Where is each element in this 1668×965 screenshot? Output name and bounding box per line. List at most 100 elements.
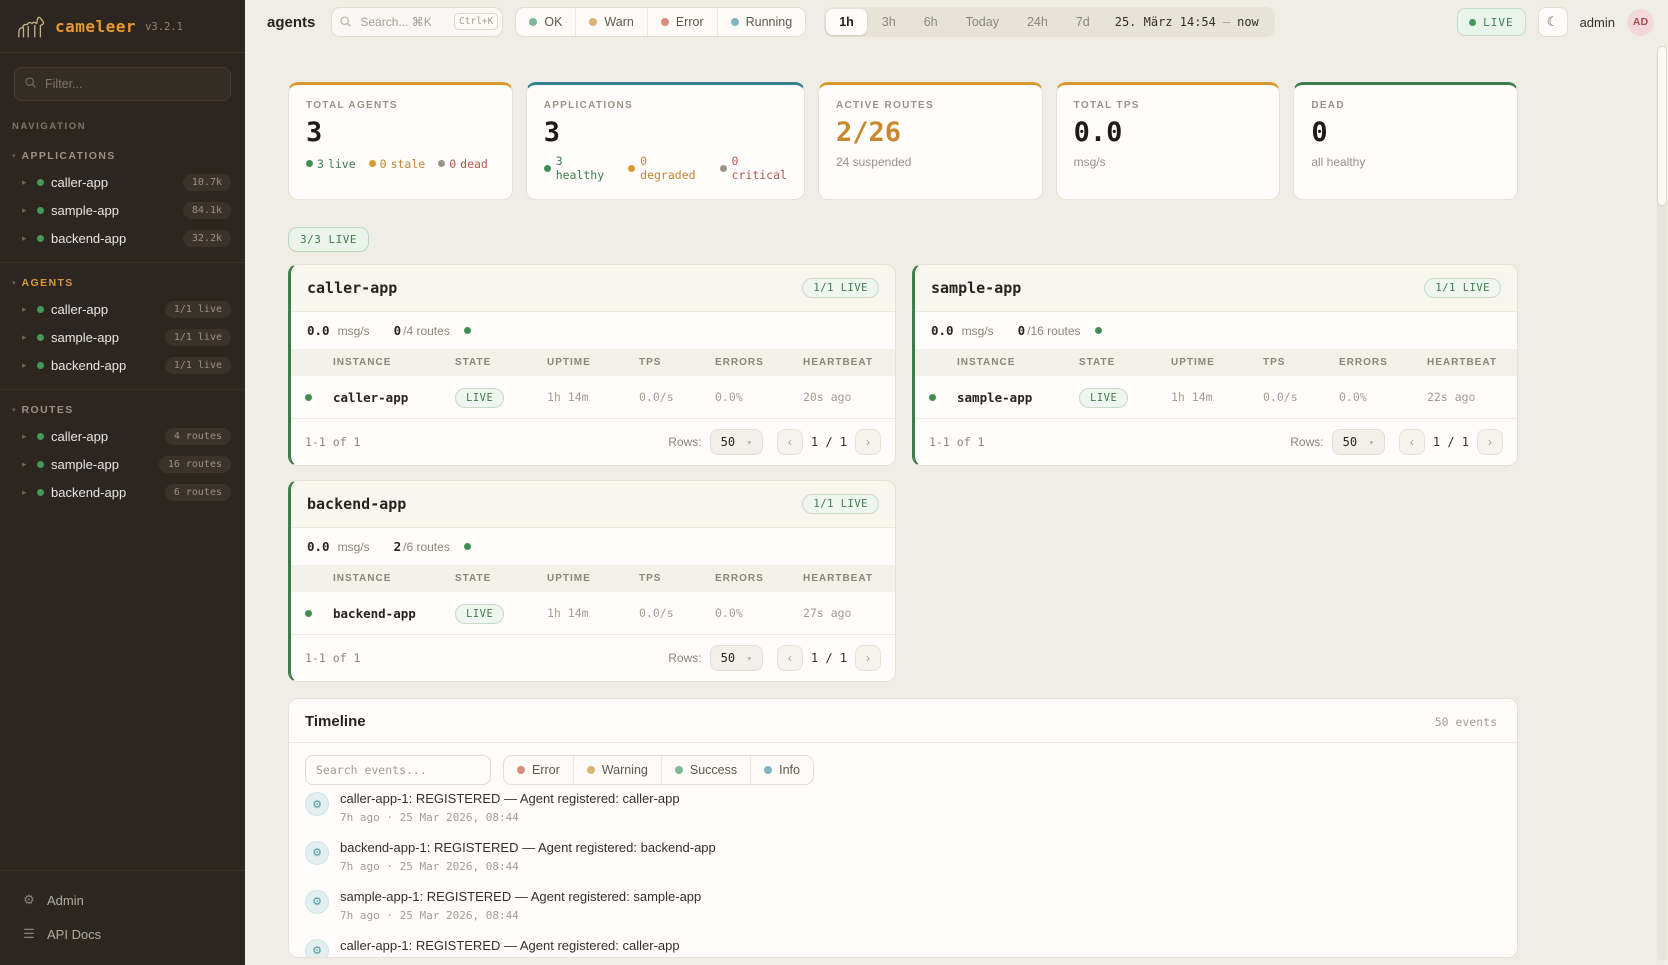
status-dot <box>37 461 44 468</box>
filter-chip-error[interactable]: Error <box>504 756 573 784</box>
item-label: caller-app <box>51 175 176 190</box>
status-dot <box>37 306 44 313</box>
page-title: agents <box>267 14 315 31</box>
info-dot-icon <box>764 766 772 774</box>
timeline-event[interactable]: ⚙ backend-app-1: REGISTERED — Agent regi… <box>305 833 1501 882</box>
sidebar-item-sample-app[interactable]: ▸ sample-app 84.1k <box>0 196 245 224</box>
range-button-7d[interactable]: 7d <box>1063 9 1103 35</box>
chevron-right-icon[interactable]: ▸ <box>22 431 30 442</box>
stat-card-dead: DEAD 0 all healthy <box>1293 82 1518 200</box>
item-badge: 4 routes <box>165 428 231 445</box>
chevron-right-icon[interactable]: ▸ <box>22 304 30 315</box>
sidebar-item-agent-caller-app[interactable]: ▸ caller-app 1/1 live <box>0 295 245 323</box>
next-page-button[interactable]: › <box>855 645 881 671</box>
sidebar-footer: ⚙ Admin ☰ API Docs <box>0 870 245 965</box>
page-indicator: 1 / 1 <box>811 651 847 665</box>
rows-per-page-select[interactable]: 50▾ <box>710 645 763 671</box>
live-status-badge[interactable]: LIVE <box>1457 8 1526 36</box>
next-page-button[interactable]: › <box>1477 429 1503 455</box>
filter-chip-warning[interactable]: Warning <box>573 756 661 784</box>
sidebar: cameleer v3.2.1 NAVIGATION ▾ APPLICATION… <box>0 0 245 965</box>
prev-page-button[interactable]: ‹ <box>777 645 803 671</box>
chevron-right-icon[interactable]: ▸ <box>22 487 30 498</box>
rows-per-page-select[interactable]: 50▾ <box>1332 429 1385 455</box>
table-row[interactable]: caller-app LIVE 1h 14m 0.0/s 0.0% 20s ag… <box>291 376 895 419</box>
stat-card-total-agents: TOTAL AGENTS 3 3live 0stale 0dead <box>288 82 513 200</box>
sidebar-item-routes-caller-app[interactable]: ▸ caller-app 4 routes <box>0 422 245 450</box>
timeline-events-list[interactable]: ⚙ caller-app-1: REGISTERED — Agent regis… <box>289 789 1517 958</box>
sidebar-item-admin[interactable]: ⚙ Admin <box>0 883 245 917</box>
sidebar-filter <box>14 67 231 101</box>
table-footer: 1-1 of 1 Rows: 50▾ ‹ 1 / 1 › <box>291 419 895 465</box>
sidebar-item-backend-app[interactable]: ▸ backend-app 32.2k <box>0 224 245 252</box>
rows-per-page-select[interactable]: 50▾ <box>710 429 763 455</box>
group-header-applications[interactable]: ▾ APPLICATIONS <box>0 142 245 168</box>
time-range-display[interactable]: 25. März 14:54 — now <box>1105 15 1273 29</box>
sidebar-item-routes-backend-app[interactable]: ▸ backend-app 6 routes <box>0 478 245 506</box>
table-row[interactable]: sample-app LIVE 1h 14m 0.0/s 0.0% 22s ag… <box>915 376 1517 419</box>
prev-page-button[interactable]: ‹ <box>777 429 803 455</box>
sidebar-filter-input[interactable] <box>14 67 231 101</box>
camel-logo-icon <box>16 14 46 39</box>
group-header-routes[interactable]: ▾ ROUTES <box>0 396 245 422</box>
range-button-today[interactable]: Today <box>953 9 1012 35</box>
timeline-header: Timeline 50 events <box>289 699 1517 743</box>
range-button-24h[interactable]: 24h <box>1014 9 1061 35</box>
chevron-right-icon[interactable]: ▸ <box>22 332 30 343</box>
item-label: backend-app <box>51 231 176 246</box>
stat-legend: 3healthy 0degraded 0critical <box>544 154 787 183</box>
item-badge: 16 routes <box>159 456 231 473</box>
app-live-badge: 1/1 LIVE <box>802 278 879 298</box>
sidebar-item-caller-app[interactable]: ▸ caller-app 10.7k <box>0 168 245 196</box>
app-live-badge: 1/1 LIVE <box>802 494 879 514</box>
status-dot <box>37 433 44 440</box>
filter-chip-error[interactable]: Error <box>647 8 717 36</box>
row-range: 1-1 of 1 <box>305 651 668 665</box>
sidebar-item-routes-sample-app[interactable]: ▸ sample-app 16 routes <box>0 450 245 478</box>
sidebar-item-api-docs[interactable]: ☰ API Docs <box>0 917 245 951</box>
status-filter-group: OK Warn Error Running <box>515 7 806 37</box>
sidebar-item-agent-sample-app[interactable]: ▸ sample-app 1/1 live <box>0 323 245 351</box>
group-caret-icon[interactable]: ▾ <box>12 279 16 287</box>
next-page-button[interactable]: › <box>855 429 881 455</box>
range-button-3h[interactable]: 3h <box>869 9 909 35</box>
filter-chip-warn[interactable]: Warn <box>575 8 646 36</box>
chip-label: Error <box>676 15 704 29</box>
topbar: agents Ctrl+K OK Warn Error Running 1h 3… <box>245 0 1668 44</box>
health-dot-icon <box>1095 327 1102 334</box>
scrollbar-thumb[interactable] <box>1657 46 1667 206</box>
filter-chip-info[interactable]: Info <box>750 756 813 784</box>
sidebar-item-agent-backend-app[interactable]: ▸ backend-app 1/1 live <box>0 351 245 379</box>
degraded-dot-icon <box>628 165 635 172</box>
filter-chip-success[interactable]: Success <box>661 756 750 784</box>
chevron-right-icon[interactable]: ▸ <box>22 205 30 216</box>
group-header-agents[interactable]: ▾ AGENTS <box>0 269 245 295</box>
timeline-event[interactable]: ⚙ sample-app-1: REGISTERED — Agent regis… <box>305 882 1501 931</box>
chevron-right-icon[interactable]: ▸ <box>22 177 30 188</box>
theme-toggle-button[interactable]: ☾ <box>1538 7 1568 37</box>
event-search-input[interactable] <box>305 755 491 785</box>
instance-status-dot <box>305 394 312 401</box>
item-label: caller-app <box>51 302 158 317</box>
range-button-6h[interactable]: 6h <box>911 9 951 35</box>
timeline-event[interactable]: ⚙ caller-app-1: REGISTERED — Agent regis… <box>305 789 1501 833</box>
table-row[interactable]: backend-app LIVE 1h 14m 0.0/s 0.0% 27s a… <box>291 592 895 635</box>
event-title: caller-app-1: REGISTERED — Agent registe… <box>340 938 680 953</box>
group-caret-icon[interactable]: ▾ <box>12 406 16 414</box>
chevron-right-icon[interactable]: ▸ <box>22 233 30 244</box>
search-icon <box>24 76 37 89</box>
stat-subtext: 24 suspended <box>836 155 1025 169</box>
avatar[interactable]: AD <box>1627 9 1654 36</box>
item-label: sample-app <box>51 457 152 472</box>
chevron-right-icon[interactable]: ▸ <box>22 360 30 371</box>
scrollbar-track[interactable] <box>1657 46 1667 961</box>
group-caret-icon[interactable]: ▾ <box>12 152 16 160</box>
timeline-event[interactable]: ⚙ caller-app-1: REGISTERED — Agent regis… <box>305 931 1501 958</box>
chevron-right-icon[interactable]: ▸ <box>22 459 30 470</box>
group-title: ROUTES <box>22 404 74 416</box>
prev-page-button[interactable]: ‹ <box>1399 429 1425 455</box>
filter-chip-ok[interactable]: OK <box>516 8 575 36</box>
filter-chip-running[interactable]: Running <box>717 8 806 36</box>
range-button-1h[interactable]: 1h <box>826 9 867 35</box>
rows-label: Rows: <box>668 435 701 449</box>
